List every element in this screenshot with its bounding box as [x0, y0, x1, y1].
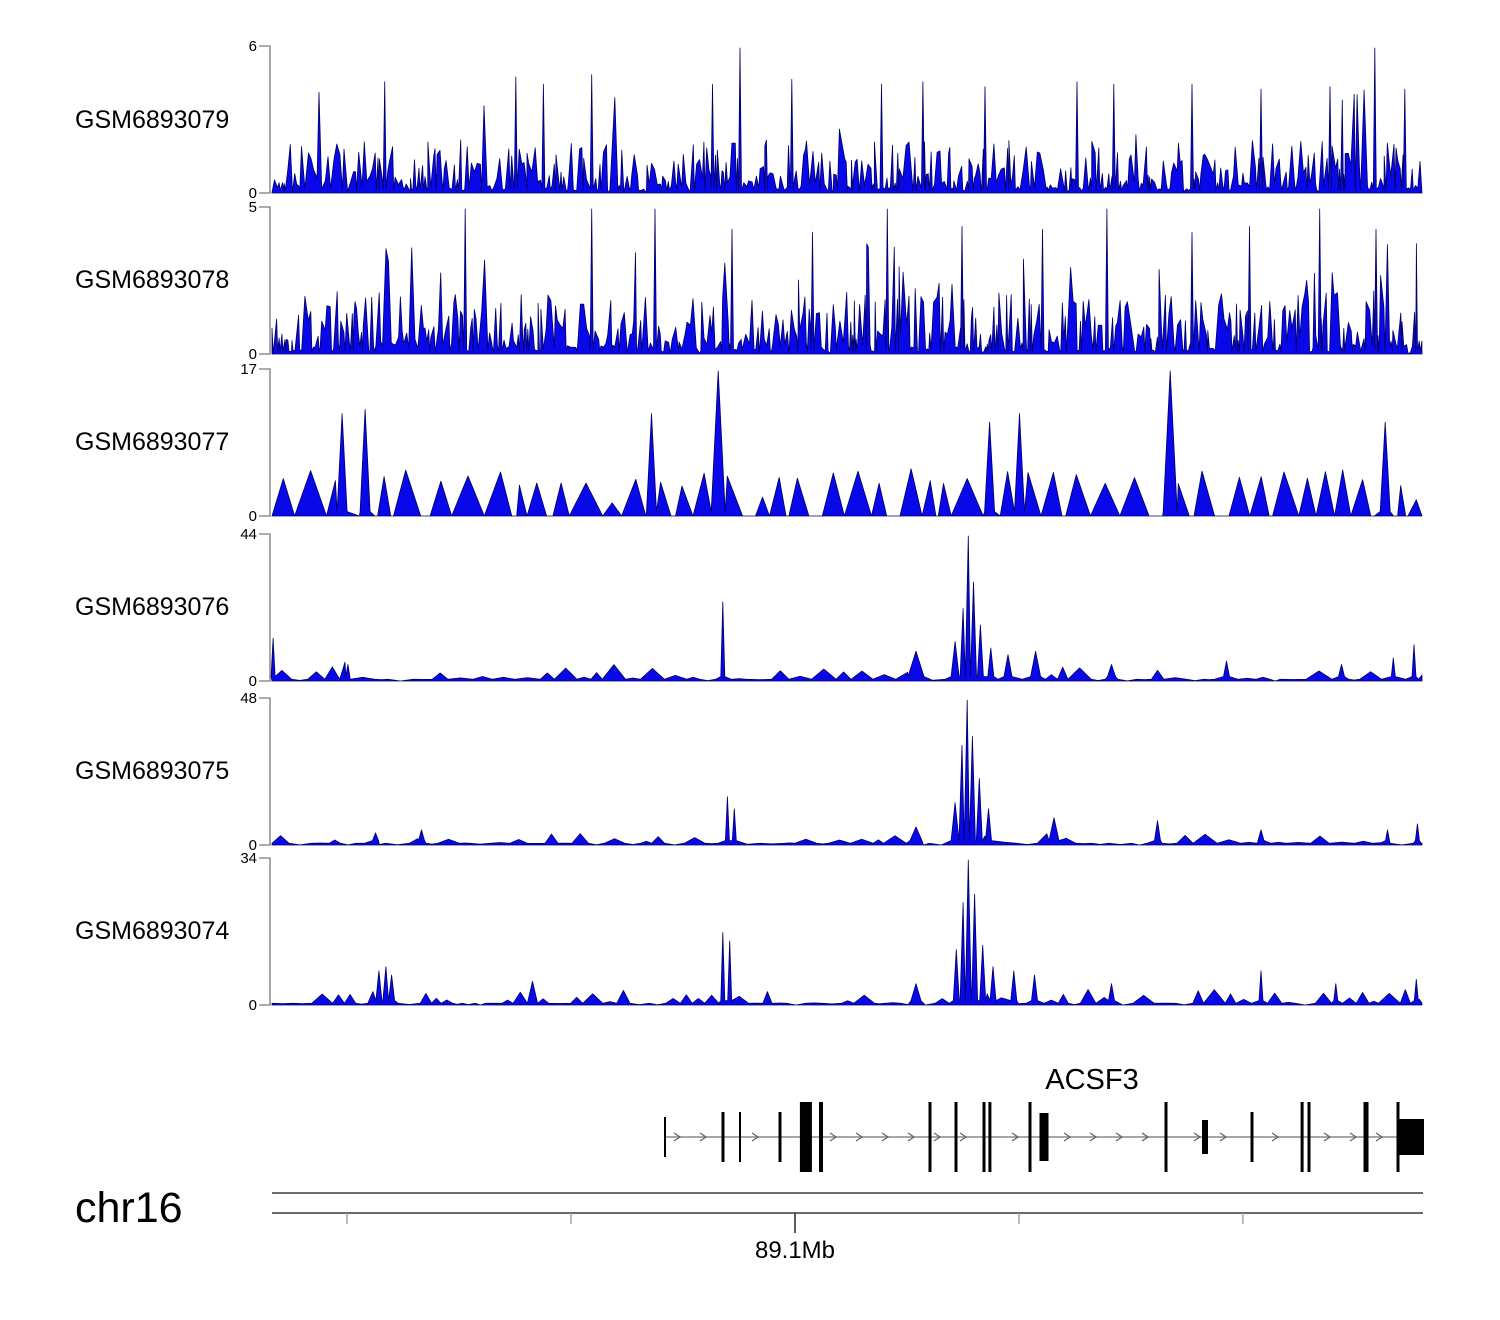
yaxis-zero-label: 0	[249, 997, 257, 1014]
exon-rect	[955, 1102, 958, 1172]
yaxis-max-label: 17	[240, 361, 257, 378]
gene-name-label: ACSF3	[1045, 1064, 1138, 1096]
exon-rect	[1165, 1102, 1168, 1172]
exon-rect	[779, 1112, 782, 1162]
yaxis-bracket	[259, 534, 270, 681]
coverage-area	[259, 698, 1422, 845]
yaxis-bracket	[259, 858, 270, 1005]
genome-axis: chr16 89.1Mb	[75, 1184, 1423, 1264]
coverage-track: GSM6893079 6 0	[75, 38, 1422, 202]
coverage-area	[259, 207, 1422, 354]
yaxis-bracket	[259, 46, 270, 193]
exon-rect	[1202, 1120, 1208, 1154]
exon-rect	[1029, 1102, 1032, 1172]
yaxis-max-label: 34	[240, 850, 257, 867]
chromosome-label: chr16	[75, 1184, 183, 1232]
yaxis-bracket	[259, 207, 270, 354]
axis-tick-label: 89.1Mb	[755, 1237, 835, 1264]
exon-rect	[1398, 1119, 1424, 1155]
coverage-polygon	[272, 48, 1422, 193]
yaxis-zero-label: 0	[249, 508, 257, 525]
coverage-area	[259, 858, 1422, 1005]
track-label: GSM6893076	[75, 593, 229, 621]
coverage-track: GSM6893077 17 0	[75, 361, 1422, 525]
coverage-polygon	[272, 700, 1422, 845]
yaxis-bracket	[259, 698, 270, 845]
coverage-track: GSM6893078 5 0	[75, 199, 1422, 363]
exon-rect	[1040, 1113, 1049, 1161]
yaxis-max-label: 48	[240, 690, 257, 707]
yaxis-bracket	[259, 369, 270, 516]
coverage-area	[259, 46, 1422, 193]
yaxis-max-label: 44	[240, 526, 257, 543]
coverage-polygon	[272, 209, 1422, 354]
exon-rect	[722, 1112, 725, 1162]
coverage-polygon	[271, 536, 1422, 681]
exon-rect	[739, 1112, 741, 1162]
track-label: GSM6893075	[75, 757, 229, 785]
coverage-track: GSM6893074 34 0	[75, 850, 1422, 1014]
exon-rect	[929, 1102, 932, 1172]
yaxis-max-label: 5	[249, 199, 257, 216]
track-label: GSM6893079	[75, 106, 229, 134]
coverage-track: GSM6893076 44 0	[75, 526, 1422, 690]
coverage-polygon	[272, 371, 1422, 516]
exon-rect	[664, 1117, 666, 1157]
track-label: GSM6893078	[75, 266, 229, 294]
yaxis-max-label: 6	[249, 38, 257, 55]
track-label: GSM6893077	[75, 428, 229, 456]
exon-rect	[1301, 1102, 1304, 1172]
exon-rect	[1308, 1102, 1311, 1172]
coverage-area	[259, 534, 1422, 681]
gene-track: ACSF3	[664, 1064, 1424, 1172]
track-label: GSM6893074	[75, 917, 229, 945]
coverage-polygon	[272, 860, 1422, 1005]
yaxis-zero-label: 0	[249, 673, 257, 690]
exon-rect	[1364, 1102, 1369, 1172]
genome-browser-figure: GSM6893079 6 0 GSM6893078 5 0 GSM6893077…	[0, 0, 1500, 1320]
exon-rect	[800, 1102, 812, 1172]
exon-rect	[988, 1102, 991, 1172]
plot-canvas: GSM6893079 6 0 GSM6893078 5 0 GSM6893077…	[0, 0, 1500, 1320]
exon-rect	[1251, 1112, 1254, 1162]
exon-rect	[983, 1102, 986, 1172]
coverage-track: GSM6893075 48 0	[75, 690, 1422, 854]
exon-rect	[819, 1102, 823, 1172]
ruler	[272, 1193, 1423, 1233]
gene-model	[664, 1102, 1424, 1172]
coverage-area	[259, 369, 1422, 516]
